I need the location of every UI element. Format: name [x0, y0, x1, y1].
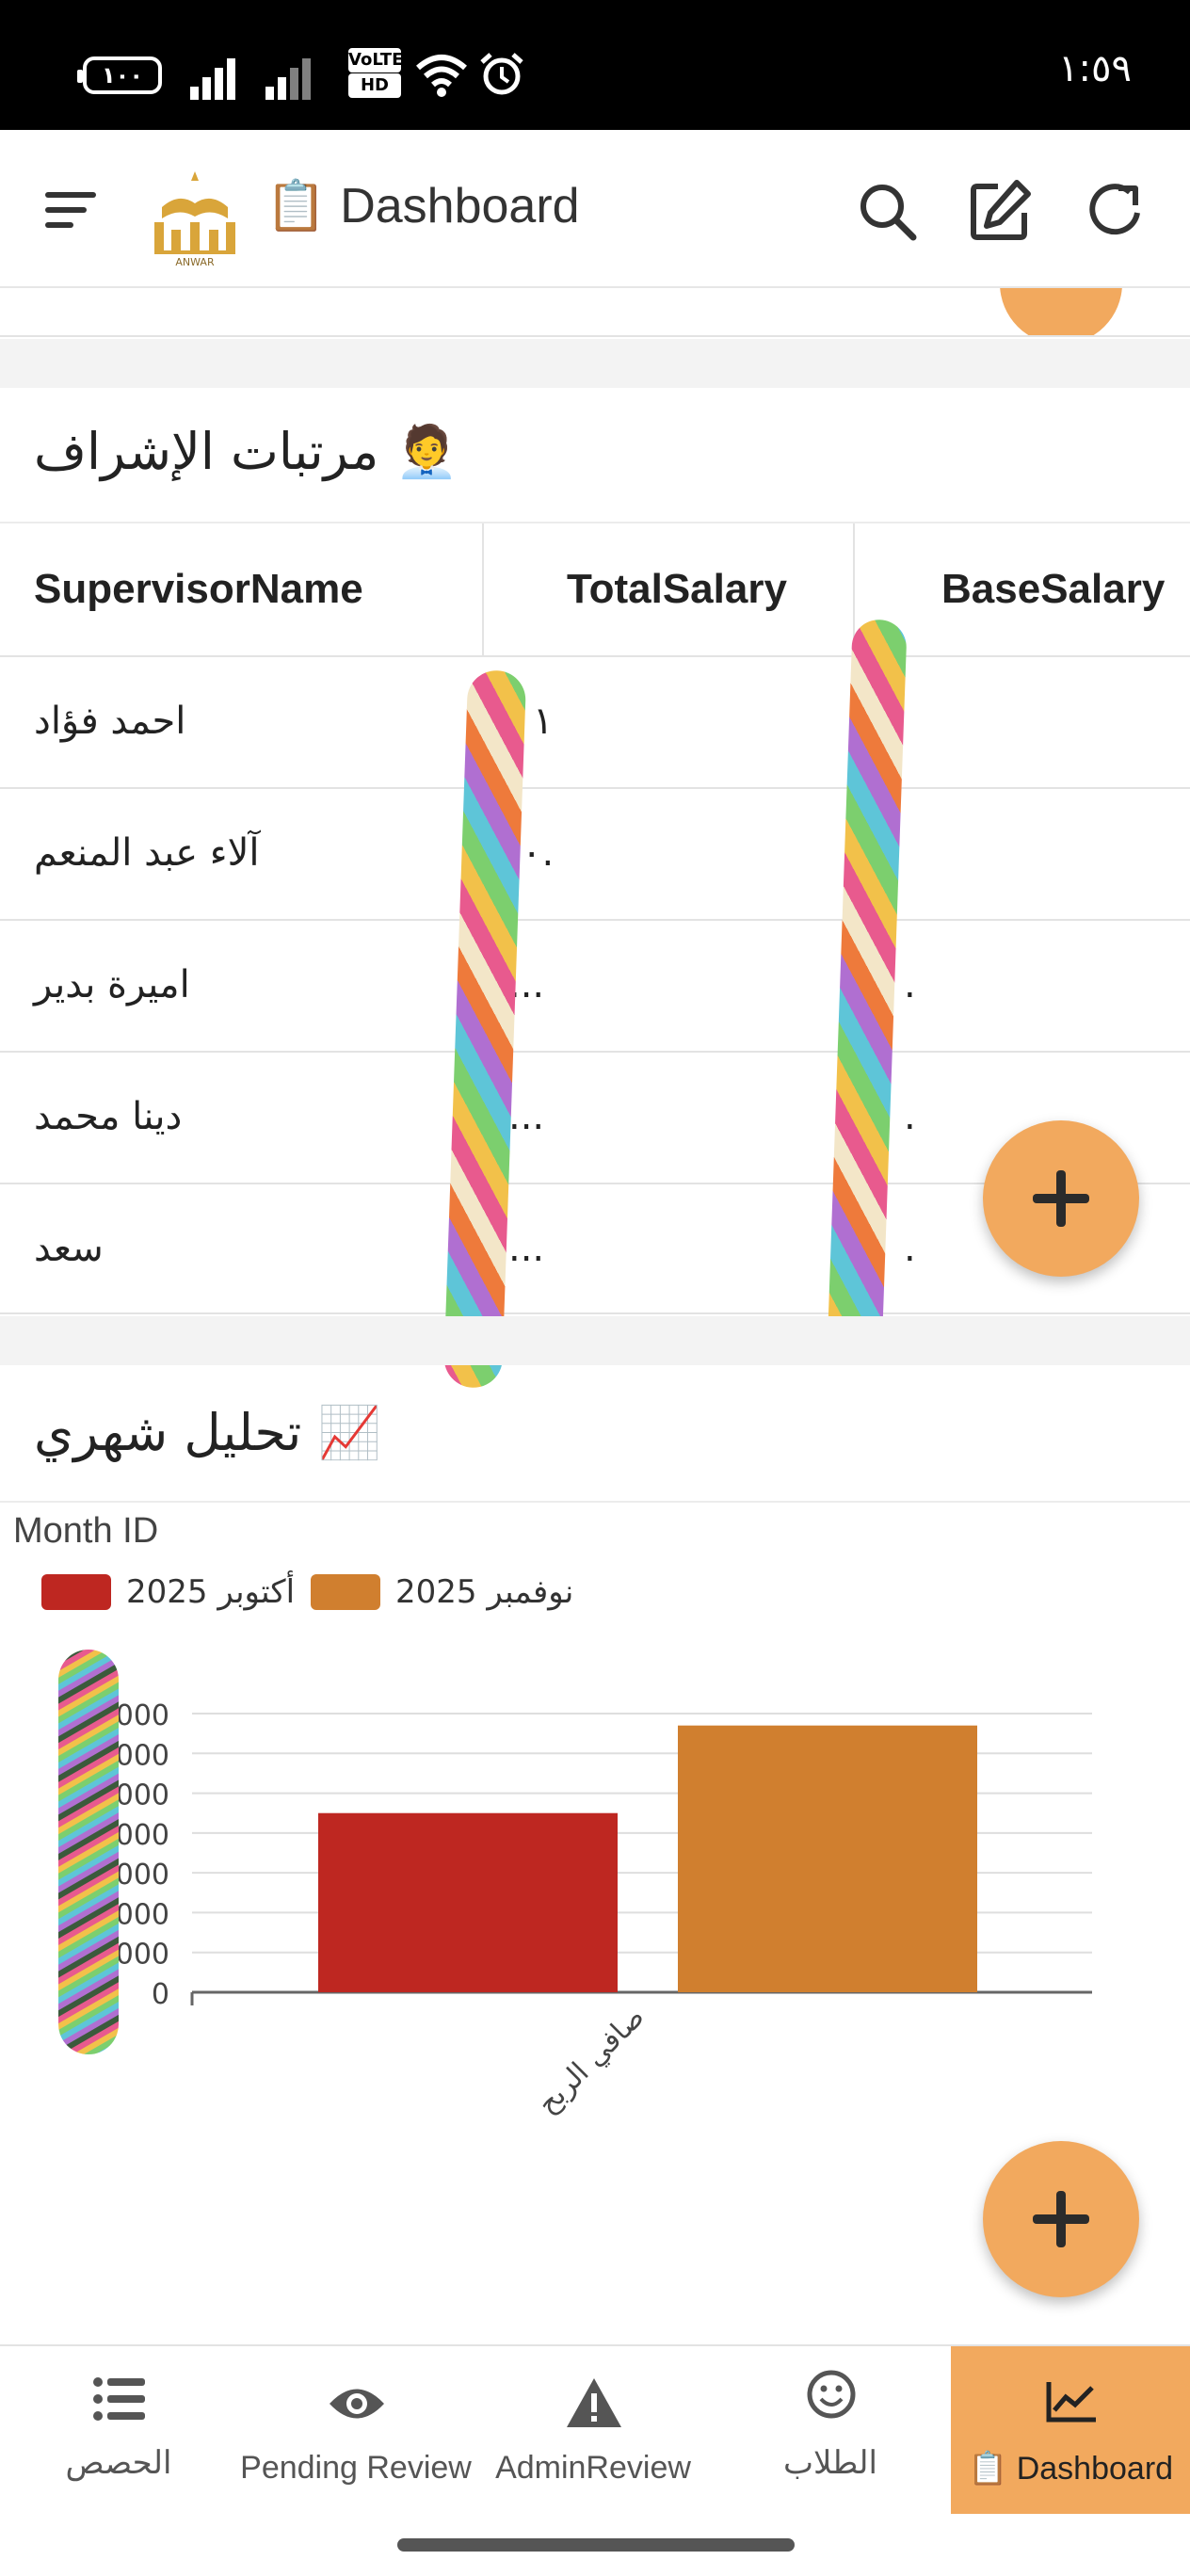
cell-total-salary: ٠. — [522, 831, 555, 875]
list-icon — [93, 2377, 145, 2421]
page-title: 📋 Dashboard — [265, 179, 580, 233]
y-tick-label: 000 — [116, 1739, 169, 1772]
column-separator — [482, 523, 484, 655]
nav-label: AdminReview — [495, 2450, 691, 2486]
alarm-icon — [480, 53, 523, 95]
legend-swatch[interactable] — [41, 1574, 111, 1610]
volte-indicator: VoLTE HD — [348, 47, 403, 100]
table-row[interactable]: اميرة بدير ... . — [0, 919, 1190, 1051]
chart-line-icon — [1046, 2382, 1096, 2423]
table-row[interactable]: آلاء عبد المنعم ٠. ٠. — [0, 787, 1190, 919]
y-tick-label: 0 — [152, 1978, 169, 2011]
section-title-supervisor-salaries: مرتبات الإشراف 🧑‍💼 — [34, 422, 458, 481]
nav-label: الحصص — [65, 2445, 172, 2481]
column-header-total-salary[interactable]: TotalSalary — [567, 523, 787, 655]
x-tick-label: صافي الربح — [531, 2001, 651, 2120]
nav-label: الطلاب — [783, 2445, 877, 2481]
section-title-monthly-analysis: تحليل شهري 📈 — [34, 1403, 381, 1462]
menu-icon[interactable] — [45, 188, 96, 232]
column-header-base-salary[interactable]: BaseSalary — [941, 523, 1165, 655]
home-indicator[interactable] — [397, 2538, 795, 2552]
warning-icon — [567, 2378, 621, 2427]
nav-label: Pending Review — [240, 2450, 472, 2486]
wifi-icon — [416, 55, 467, 97]
refresh-icon[interactable] — [1081, 177, 1149, 245]
fab-partial[interactable] — [1000, 288, 1122, 335]
battery-icon: ١٠٠ — [77, 56, 162, 94]
cell-total-salary: ... — [508, 1227, 545, 1270]
redaction-scribble — [58, 1650, 119, 2054]
bar-october[interactable] — [318, 1812, 618, 1992]
cell-supervisor-name: احمد فؤاد — [34, 700, 186, 743]
cell-total-salary: ... — [508, 1095, 545, 1138]
legend-title: Month ID — [13, 1511, 158, 1551]
nav-item-admin-review[interactable]: AdminReview — [474, 2346, 712, 2516]
chart-legend: أكتوبر 2025 نوفمبر 2025 — [41, 1570, 573, 1611]
signal-icon-sim1 — [190, 55, 247, 100]
cell-supervisor-name: آلاء عبد المنعم — [34, 831, 260, 875]
add-button[interactable] — [983, 1120, 1139, 1277]
nav-item-pending-review[interactable]: Pending Review — [237, 2346, 474, 2516]
signal-icon-sim2 — [265, 55, 322, 100]
y-tick-label: 000 — [116, 1819, 169, 1852]
nav-item-dashboard[interactable]: 📋 Dashboard — [951, 2346, 1190, 2516]
cell-supervisor-name: دينا محمد — [34, 1095, 183, 1138]
nav-item-sessions[interactable]: الحصص — [0, 2346, 237, 2516]
section-gap — [0, 1316, 1190, 1365]
search-icon[interactable] — [855, 179, 921, 245]
cell-base-salary: . — [904, 1227, 916, 1270]
legend-swatch[interactable] — [311, 1574, 380, 1610]
previous-section-tail — [0, 288, 1190, 337]
nav-label: 📋 Dashboard — [967, 2451, 1174, 2487]
eye-icon — [330, 2389, 384, 2419]
bottom-navigation: الحصص Pending Review AdminReview الطلاب … — [0, 2344, 1190, 2516]
table-row[interactable]: احمد فؤاد ١ ١ — [0, 655, 1190, 787]
status-time: ١:٥٩ — [1058, 47, 1132, 90]
nav-item-students[interactable]: الطلاب — [712, 2346, 949, 2516]
column-header-supervisor-name[interactable]: SupervisorName — [34, 523, 363, 655]
svg-text:ANWAR: ANWAR — [175, 256, 215, 267]
anwar-logo: ANWAR — [154, 171, 235, 267]
status-bar: ١٠٠ VoLTE HD ١:٥٩ — [0, 0, 1190, 130]
y-tick-label: 000 — [116, 1898, 169, 1931]
legend-label[interactable]: أكتوبر 2025 — [126, 1570, 295, 1611]
section-gap — [0, 339, 1190, 388]
edit-icon[interactable] — [966, 177, 1034, 245]
x-axis-ticks: صافي الربح — [531, 2001, 651, 2120]
bar-november[interactable] — [678, 1725, 977, 1992]
smiley-icon — [807, 2370, 856, 2419]
y-tick-label: 000 — [116, 1779, 169, 1812]
cell-base-salary: . — [904, 1095, 916, 1138]
app-bar: ANWAR 📋 Dashboard — [0, 130, 1190, 288]
cell-base-salary: . — [904, 963, 916, 1006]
cell-total-salary: ١ — [533, 700, 554, 743]
y-tick-label: 000 — [116, 1859, 169, 1892]
legend-label[interactable]: نوفمبر 2025 — [395, 1573, 573, 1611]
cell-supervisor-name: سعد — [34, 1227, 104, 1270]
cell-supervisor-name: اميرة بدير — [34, 963, 190, 1006]
monthly-bar-chart: Month ID أكتوبر 2025 نوفمبر 2025 ,0000000… — [13, 1511, 1092, 2120]
add-button[interactable] — [983, 2141, 1139, 2297]
